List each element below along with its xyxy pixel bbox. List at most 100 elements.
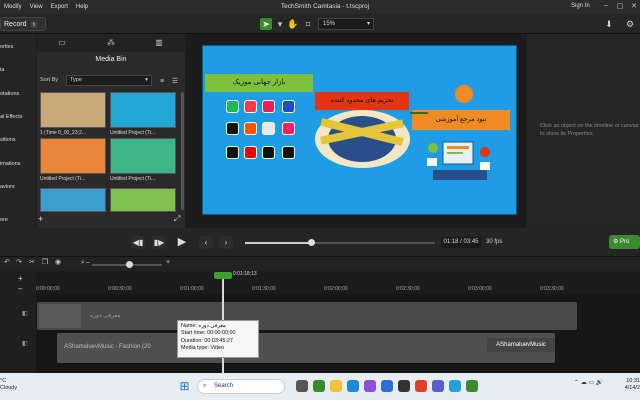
menu-export[interactable]: Export bbox=[47, 4, 72, 10]
weather-widget[interactable]: °C Cloudy bbox=[0, 378, 17, 392]
ruler-tick-label: 0:00:30;00 bbox=[108, 286, 132, 292]
track1-lock-icon[interactable]: ◧ bbox=[22, 340, 28, 347]
chrome-icon[interactable] bbox=[415, 380, 427, 392]
sort-type-select[interactable]: Type ▾ bbox=[66, 75, 152, 86]
task-view-icon[interactable] bbox=[296, 380, 308, 392]
zoom-out-icon[interactable]: – bbox=[83, 258, 93, 268]
green-banner[interactable]: بازار جهانی موزیک bbox=[205, 74, 313, 92]
redo-icon[interactable]: ↷ bbox=[14, 258, 24, 268]
ruler-tick-label: 0:03:00;00 bbox=[468, 286, 492, 292]
zoom-select[interactable]: 15% ▾ bbox=[318, 18, 374, 30]
clip-music-logo: AShamaluevMusic bbox=[487, 338, 555, 352]
nav-animations[interactable]: imations bbox=[0, 161, 36, 167]
search-icon: ⌕ bbox=[203, 383, 207, 389]
copy-icon[interactable]: ❐ bbox=[40, 258, 50, 268]
track2-lock-icon[interactable]: ◧ bbox=[22, 310, 28, 317]
maximize-icon[interactable]: ▢ bbox=[614, 2, 626, 12]
media-thumbnail-label: Untitled Project (Ti... bbox=[110, 176, 156, 182]
snapshot-icon[interactable]: ◉ bbox=[53, 258, 63, 268]
clip-music-label: AShamaluevMusic - Fashion (20 bbox=[64, 344, 151, 350]
zoom-in-icon[interactable]: + bbox=[163, 258, 173, 268]
widgets-icon[interactable] bbox=[313, 380, 325, 392]
media-thumbnail[interactable] bbox=[110, 188, 176, 212]
copilot-icon[interactable] bbox=[364, 380, 376, 392]
download-icon[interactable]: ⬇ bbox=[603, 18, 615, 30]
orange-circle[interactable] bbox=[455, 85, 473, 103]
menu-modify[interactable]: Modify bbox=[0, 4, 26, 10]
tooltip-name: Name: معرفی دوره bbox=[181, 323, 226, 329]
audiomack-icon bbox=[262, 146, 275, 159]
timeline-zoom-handle[interactable] bbox=[126, 261, 133, 268]
media-thumbnail[interactable] bbox=[110, 138, 176, 174]
step-forward-icon[interactable]: ▮▶ bbox=[152, 236, 166, 249]
sort-order-icon[interactable]: ≡ bbox=[156, 76, 168, 88]
photos-icon[interactable] bbox=[449, 380, 461, 392]
education-illustration bbox=[427, 141, 490, 180]
cut-icon[interactable]: ✂ bbox=[27, 258, 37, 268]
record-arrow-icon: › bbox=[30, 20, 37, 28]
sign-in-link[interactable]: Sign In bbox=[571, 3, 590, 9]
library-books-icon[interactable]: ▥ bbox=[153, 37, 165, 49]
close-icon[interactable]: ✕ bbox=[628, 2, 640, 12]
properties-hint: Click an object on the timeline or canva… bbox=[540, 123, 639, 137]
clock[interactable]: 10:31 4/14/2 bbox=[616, 378, 640, 392]
nav-favorites[interactable]: orites bbox=[0, 44, 36, 50]
media-thumbnail[interactable] bbox=[40, 138, 106, 174]
nav-visual-effects[interactable]: al Effects bbox=[0, 114, 36, 120]
ruler-tick-label: 0:02:30;00 bbox=[396, 286, 420, 292]
ruler-tick-label: 0:03:30;00 bbox=[540, 286, 564, 292]
media-thumbnail[interactable] bbox=[110, 92, 176, 128]
windows-start-icon[interactable]: ⊞ bbox=[178, 380, 191, 393]
menu-help[interactable]: Help bbox=[72, 4, 92, 10]
minimize-icon[interactable]: – bbox=[600, 2, 612, 12]
amazon-music-icon bbox=[282, 100, 295, 113]
prev-marker-icon[interactable]: ‹ bbox=[199, 236, 213, 249]
nav-media[interactable]: ia bbox=[0, 67, 36, 73]
pan-tool-icon[interactable]: ✋ bbox=[287, 18, 299, 30]
scrubber-handle[interactable] bbox=[308, 239, 315, 246]
camtasia-icon[interactable] bbox=[466, 380, 478, 392]
weather-temp: °C bbox=[0, 378, 7, 384]
nav-more[interactable]: ore bbox=[0, 217, 36, 223]
crop-tool-icon[interactable]: ⌗ bbox=[302, 18, 314, 30]
store-icon[interactable] bbox=[398, 380, 410, 392]
mail-icon[interactable] bbox=[381, 380, 393, 392]
select-tool-icon[interactable]: ➤ bbox=[260, 18, 272, 30]
select-dropdown-icon[interactable]: ▾ bbox=[274, 18, 286, 30]
nav-transitions[interactable]: sitions bbox=[0, 137, 36, 143]
playhead-handle[interactable] bbox=[214, 272, 232, 279]
step-back-icon[interactable]: ◀▮ bbox=[131, 236, 145, 249]
ruler-tick-label: 0:02:00;00 bbox=[324, 286, 348, 292]
nav-annotations[interactable]: otations bbox=[0, 91, 36, 97]
record-button[interactable]: Record › bbox=[0, 17, 46, 31]
edge-icon[interactable] bbox=[347, 380, 359, 392]
library-tab-icon[interactable]: ⁂ bbox=[105, 37, 117, 49]
apple-music-icon bbox=[244, 100, 257, 113]
add-media-icon[interactable]: + bbox=[38, 214, 43, 224]
view-mode-icon[interactable]: ☰ bbox=[169, 76, 181, 88]
undo-icon[interactable]: ↶ bbox=[2, 258, 12, 268]
clip-tooltip: Name: معرفی دوره Start time: 00:00:00;00… bbox=[177, 320, 259, 358]
settings-icon[interactable]: ⚙ bbox=[624, 18, 636, 30]
remove-track-icon[interactable]: – bbox=[18, 284, 22, 293]
file-explorer-icon[interactable] bbox=[330, 380, 342, 392]
weather-text: Cloudy bbox=[0, 385, 18, 391]
red-banner[interactable]: تحریم های محدود کننده bbox=[315, 92, 409, 110]
education-graphic[interactable] bbox=[425, 134, 495, 192]
ruler-tick-label: 0:01:00;00 bbox=[180, 286, 204, 292]
media-bin-tab-icon[interactable]: ▭ bbox=[56, 37, 68, 49]
system-tray[interactable]: ⌃ ☁ ▭ 🔊 bbox=[574, 379, 603, 386]
play-icon[interactable]: ▶ bbox=[173, 233, 191, 251]
menu-view[interactable]: View bbox=[26, 4, 47, 10]
add-track-icon[interactable]: + bbox=[18, 274, 23, 283]
nav-behaviors[interactable]: aviors bbox=[0, 184, 36, 190]
media-scrollbar[interactable] bbox=[181, 92, 184, 210]
spotify-icon bbox=[226, 100, 239, 113]
teams-icon[interactable] bbox=[432, 380, 444, 392]
produce-share-button[interactable]: ⚙ Pro bbox=[609, 235, 640, 249]
media-thumbnail[interactable] bbox=[40, 188, 106, 212]
taskbar-search[interactable]: ⌕ Search bbox=[197, 379, 285, 394]
media-thumbnail[interactable] bbox=[40, 92, 106, 128]
next-marker-icon[interactable]: › bbox=[219, 236, 233, 249]
expand-panel-icon[interactable]: ⤢ bbox=[174, 214, 180, 224]
